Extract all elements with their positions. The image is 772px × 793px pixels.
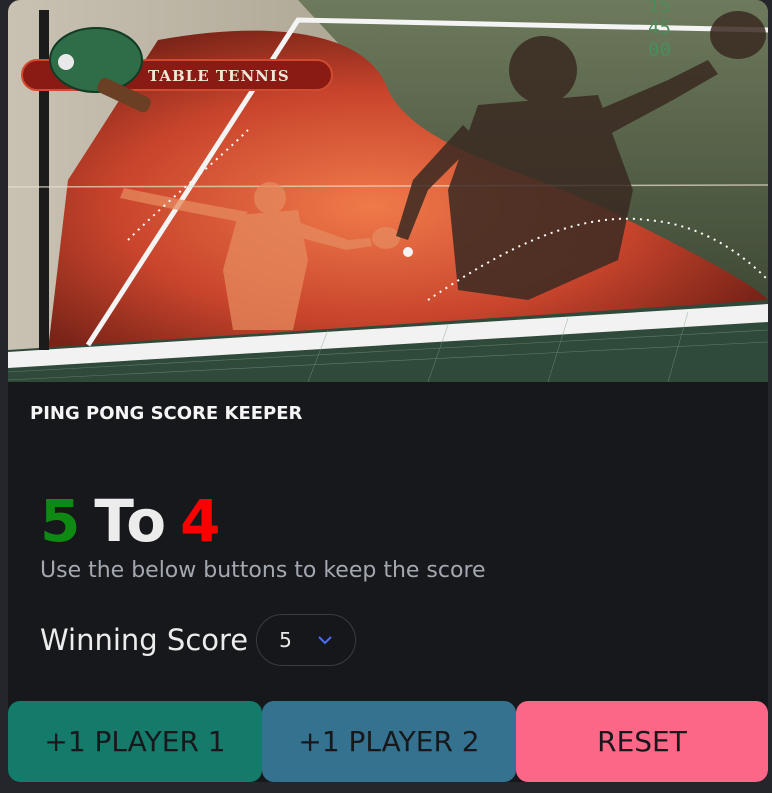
- table-tennis-illustration: 15 45 00 TABLE TENNIS: [8, 0, 768, 382]
- player1-increment-button[interactable]: +1 PLAYER 1: [8, 701, 262, 782]
- chevron-down-icon: [318, 636, 332, 645]
- page-title: PING PONG SCORE KEEPER: [30, 403, 303, 424]
- action-buttons: +1 PLAYER 1 +1 PLAYER 2 RESET: [8, 701, 768, 782]
- player2-score: 4: [180, 487, 221, 555]
- player1-score: 5: [40, 487, 81, 555]
- board-score-1: 15: [648, 0, 671, 17]
- winning-score-value: 5: [279, 628, 292, 652]
- score-display: 5 To 4: [40, 488, 234, 554]
- hero-image: 15 45 00 TABLE TENNIS: [8, 0, 768, 382]
- score-keeper-card: 15 45 00 TABLE TENNIS PING PONG SCORE KE…: [8, 0, 768, 782]
- instructions-text: Use the below buttons to keep the score: [40, 558, 486, 583]
- reset-button[interactable]: RESET: [516, 701, 768, 782]
- banner-title: TABLE TENNIS: [148, 67, 290, 85]
- player2-increment-button[interactable]: +1 PLAYER 2: [262, 701, 516, 782]
- board-score-3: 00: [648, 39, 671, 61]
- winning-score-row: Winning Score 5: [40, 612, 357, 668]
- winning-score-select[interactable]: 5: [256, 614, 357, 666]
- winning-score-label: Winning Score: [40, 623, 249, 657]
- board-score-2: 45: [648, 17, 671, 39]
- score-separator: To: [94, 487, 167, 555]
